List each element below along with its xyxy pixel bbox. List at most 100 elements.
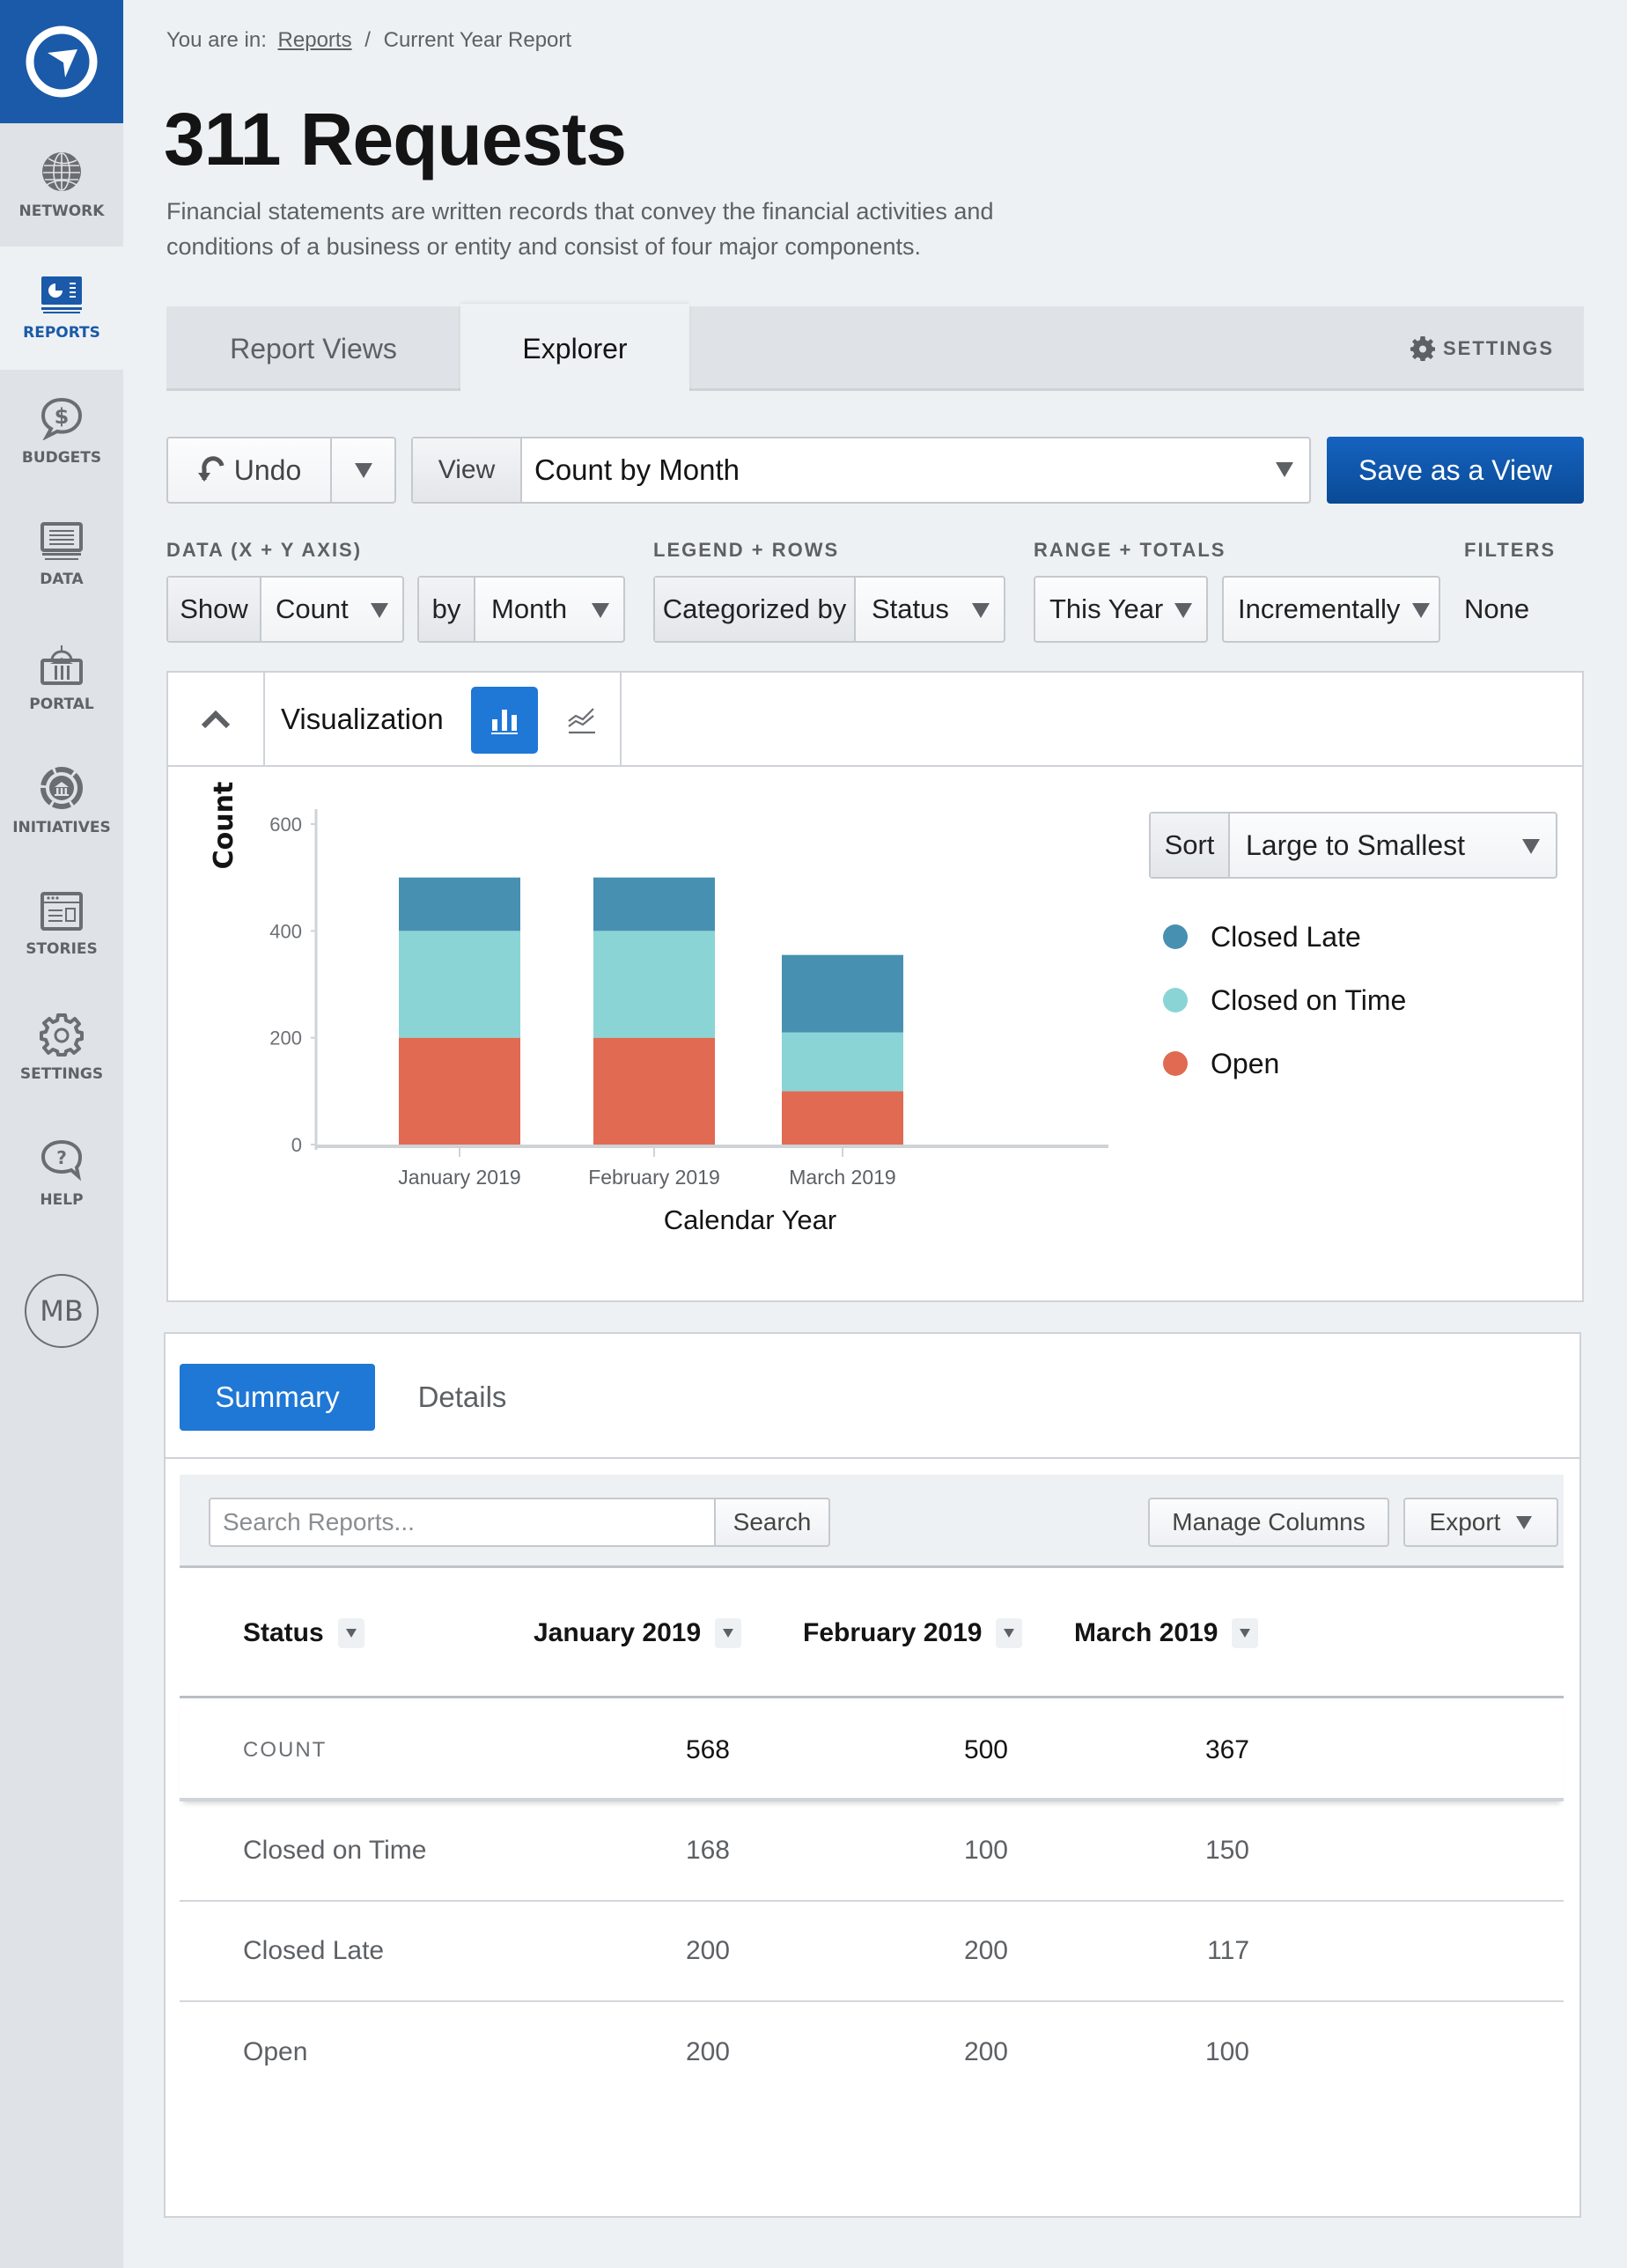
undo-button[interactable]: Undo <box>168 438 330 502</box>
bar-segment-closed-late <box>782 954 903 1033</box>
sidebar-item-label: BUDGETS <box>21 449 102 467</box>
count-row: COUNT 568 500 367 <box>180 1698 1564 1801</box>
undo-icon <box>197 456 225 482</box>
save-as-view-button[interactable]: Save as a View <box>1327 437 1584 504</box>
cell-march: 100 <box>1204 2037 1249 2066</box>
cell-march: 150 <box>1204 1836 1249 1865</box>
breadcrumb-link-reports[interactable]: Reports <box>278 28 352 52</box>
by-value: Month <box>491 593 568 624</box>
categorized-by-select[interactable]: Categorized by Status <box>653 576 1005 643</box>
search-button[interactable]: Search <box>714 1498 830 1547</box>
sidebar-item-label: DATA <box>40 571 84 588</box>
column-header-january[interactable]: January 2019 <box>534 1568 742 1698</box>
sidebar-item-portal[interactable]: PORTAL <box>0 616 123 740</box>
sidebar-item-label: REPORTS <box>23 324 100 342</box>
bar-chart-toggle[interactable] <box>471 687 538 754</box>
by-dimension-select[interactable]: by Month <box>417 576 625 643</box>
column-header-february[interactable]: February 2019 <box>803 1568 1023 1698</box>
sidebar-item-label: NETWORK <box>18 202 105 220</box>
chevron-up-icon <box>201 710 231 728</box>
globe-icon <box>42 152 81 191</box>
show-measure-select[interactable]: Show Count <box>166 576 404 643</box>
sidebar-item-settings[interactable]: SETTINGS <box>0 986 123 1109</box>
legend-item[interactable]: Open <box>1163 1032 1406 1095</box>
chevron-down-icon <box>592 603 609 618</box>
sort-toggle[interactable] <box>1232 1618 1259 1648</box>
manage-columns-button[interactable]: Manage Columns <box>1148 1498 1389 1547</box>
chevron-down-icon <box>354 462 372 478</box>
avatar[interactable]: MB <box>25 1274 99 1348</box>
show-value: Count <box>276 593 349 624</box>
column-header-label: January 2019 <box>534 1618 702 1647</box>
tab-details[interactable]: Details <box>396 1364 528 1431</box>
y-tick-label: 600 <box>269 814 302 836</box>
search-input[interactable] <box>209 1498 716 1547</box>
show-prefix: Show <box>168 578 261 641</box>
undo-history-dropdown[interactable] <box>330 438 394 502</box>
bar-segment-open <box>593 1037 715 1145</box>
totals-select[interactable]: Incrementally <box>1222 576 1440 643</box>
table-row: Open 200 200 100 <box>180 2002 1564 2102</box>
settings-button[interactable]: SETTINGS <box>1410 306 1554 391</box>
by-prefix: by <box>419 578 475 641</box>
tab-explorer[interactable]: Explorer <box>460 304 689 394</box>
tab-summary[interactable]: Summary <box>180 1364 375 1431</box>
filters-label: FILTERS <box>1464 539 1557 561</box>
tab-report-views[interactable]: Report Views <box>166 306 460 391</box>
data-table-icon <box>40 522 83 560</box>
sort-toggle[interactable] <box>996 1618 1023 1648</box>
export-label: Export <box>1429 1508 1501 1535</box>
budget-dollar-icon: $ <box>40 397 83 440</box>
summary-table: Status January 2019 February 2019 March … <box>180 1568 1564 2102</box>
view-select[interactable]: View Count by Month <box>411 437 1311 504</box>
sidebar-item-help[interactable]: ? HELP <box>0 1112 123 1235</box>
range-select[interactable]: This Year <box>1034 576 1208 643</box>
initiatives-icon <box>40 767 83 809</box>
sidebar-item-reports[interactable]: REPORTS <box>0 247 123 370</box>
categorized-value: Status <box>872 593 949 624</box>
column-header-status[interactable]: Status <box>243 1568 364 1698</box>
line-chart-toggle[interactable] <box>556 687 608 754</box>
app-logo[interactable] <box>0 0 123 123</box>
export-button[interactable]: Export <box>1403 1498 1558 1547</box>
gear-icon <box>1410 336 1435 361</box>
sidebar-item-data[interactable]: DATA <box>0 493 123 616</box>
chevron-down-icon <box>1276 462 1293 477</box>
sort-toggle[interactable] <box>715 1618 742 1648</box>
view-select-prefix: View <box>413 438 522 502</box>
chevron-down-icon <box>1522 839 1540 854</box>
stacked-bar-chart: 0 200 400 600 Count January 2019 February 2019… <box>209 782 1108 1235</box>
sidebar-item-network[interactable]: NETWORK <box>0 123 123 247</box>
y-tick-label: 400 <box>269 920 302 942</box>
table-row: Closed Late 200 200 117 <box>180 1902 1564 2002</box>
cell-march: 117 <box>1207 1936 1249 1965</box>
sort-toggle[interactable] <box>337 1618 364 1648</box>
categorized-prefix: Categorized by <box>655 578 856 641</box>
filters-value[interactable]: None <box>1464 576 1529 643</box>
sidebar-item-budgets[interactable]: $ BUDGETS <box>0 370 123 493</box>
svg-text:$: $ <box>55 404 70 429</box>
legend-item[interactable]: Closed on Time <box>1163 968 1406 1032</box>
svg-text:?: ? <box>56 1147 67 1168</box>
bar-segment-closed-on-time <box>782 1032 903 1092</box>
bar-chart-icon <box>491 710 518 734</box>
legend-item[interactable]: Closed Late <box>1163 905 1406 968</box>
legend-label: Closed on Time <box>1211 983 1407 1016</box>
logo-icon <box>26 26 98 98</box>
sort-prefix: Sort <box>1151 814 1230 877</box>
sidebar-item-initiatives[interactable]: INITIATIVES <box>0 740 123 863</box>
chevron-down-icon <box>1004 1629 1015 1638</box>
sidebar-item-label: PORTAL <box>29 696 94 713</box>
range-totals-label: RANGE + TOTALS <box>1034 539 1226 561</box>
bar-segment-closed-on-time <box>399 931 520 1038</box>
collapse-button[interactable] <box>168 673 265 765</box>
bar-segment-open <box>782 1091 903 1145</box>
chevron-down-icon <box>723 1629 734 1638</box>
legend-rows-label: LEGEND + ROWS <box>653 539 840 561</box>
column-header-march[interactable]: March 2019 <box>1074 1568 1259 1698</box>
bar-segment-closed-late <box>593 877 715 932</box>
table-toolbar: Search Manage Columns Export <box>180 1475 1564 1568</box>
column-header-label: Status <box>243 1618 324 1647</box>
sort-select[interactable]: Sort Large to Smallest <box>1149 812 1557 879</box>
sidebar-item-stories[interactable]: STORIES <box>0 863 123 986</box>
